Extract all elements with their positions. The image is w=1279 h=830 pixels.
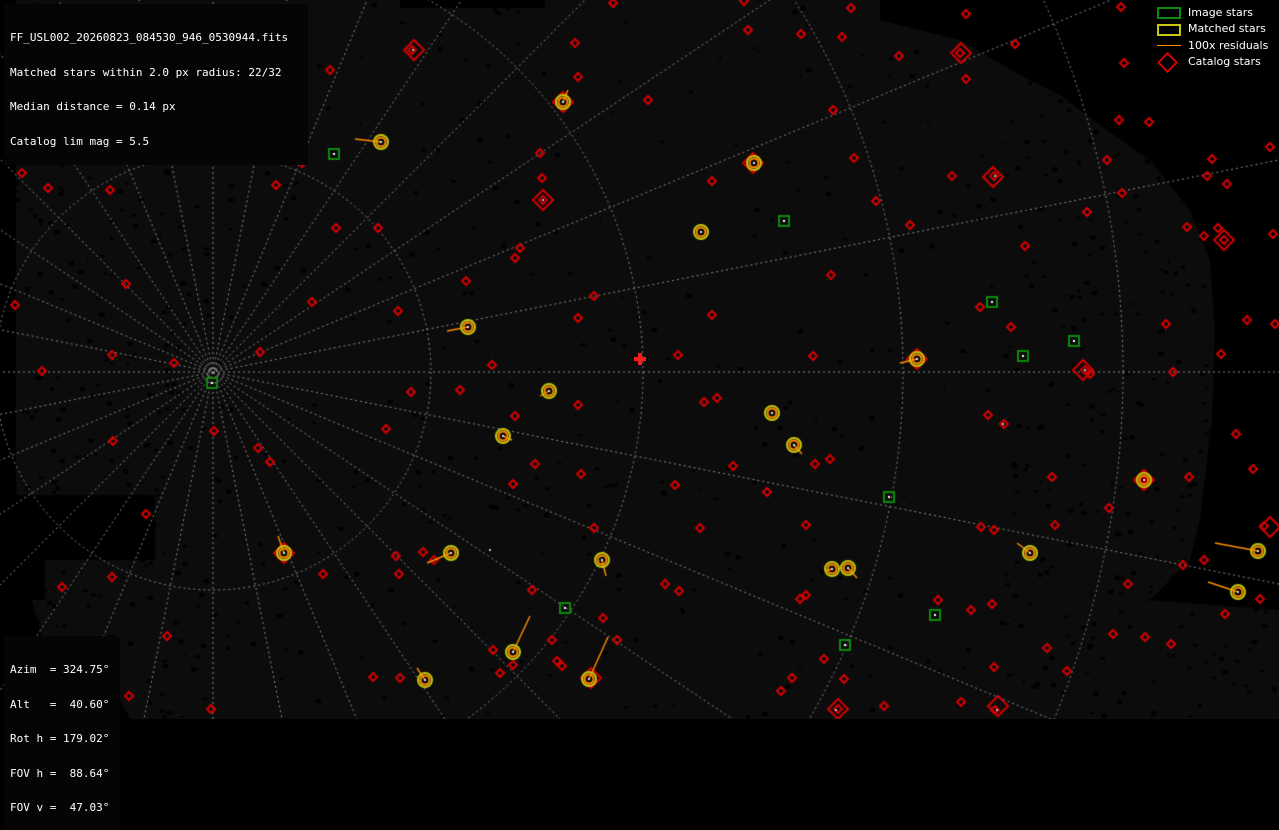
altitude-text: Alt = 40.60°	[10, 697, 110, 711]
azimuth-text: Azim = 324.75°	[10, 663, 110, 676]
legend-label: Image stars	[1188, 5, 1253, 19]
legend-item-catalog-stars: Catalog stars	[1150, 51, 1278, 73]
matched-stars-text: Matched stars within 2.0 px radius: 22/3…	[10, 65, 282, 79]
fov-vertical-text: FOV v = 47.03°	[10, 801, 110, 814]
fits-filename: FF_USL002_20260823_084530_946_0530944.fi…	[10, 31, 289, 44]
legend-item-image-stars: Image stars	[1150, 4, 1278, 21]
fit-info-panel: FF_USL002_20260823_084530_946_0530944.fi…	[4, 4, 308, 165]
legend-label: Matched stars	[1188, 22, 1266, 36]
image-center-cross-icon	[634, 353, 646, 365]
pointing-info-panel: Azim = 324.75° Alt = 40.60° Rot h = 179.…	[4, 636, 120, 830]
median-distance-text: Median distance = 0.14 px	[10, 100, 176, 113]
limit-magnitude-text: Catalog lim mag = 5.5	[10, 134, 150, 148]
rotation-text: Rot h = 179.02°	[10, 732, 110, 745]
legend-item-matched-stars: Matched stars	[1150, 21, 1278, 38]
red-diamond-icon	[1150, 51, 1182, 73]
green-square-icon	[1150, 5, 1182, 20]
orange-line-icon	[1150, 38, 1182, 52]
yellow-square-icon	[1150, 22, 1182, 36]
fov-horizontal-text: FOV h = 88.64°	[10, 766, 110, 780]
legend: Image stars Matched stars 100x residuals…	[1150, 4, 1278, 73]
legend-label: 100x residuals	[1188, 38, 1269, 52]
legend-item-residuals: 100x residuals	[1150, 37, 1278, 54]
legend-label: Catalog stars	[1188, 55, 1261, 69]
